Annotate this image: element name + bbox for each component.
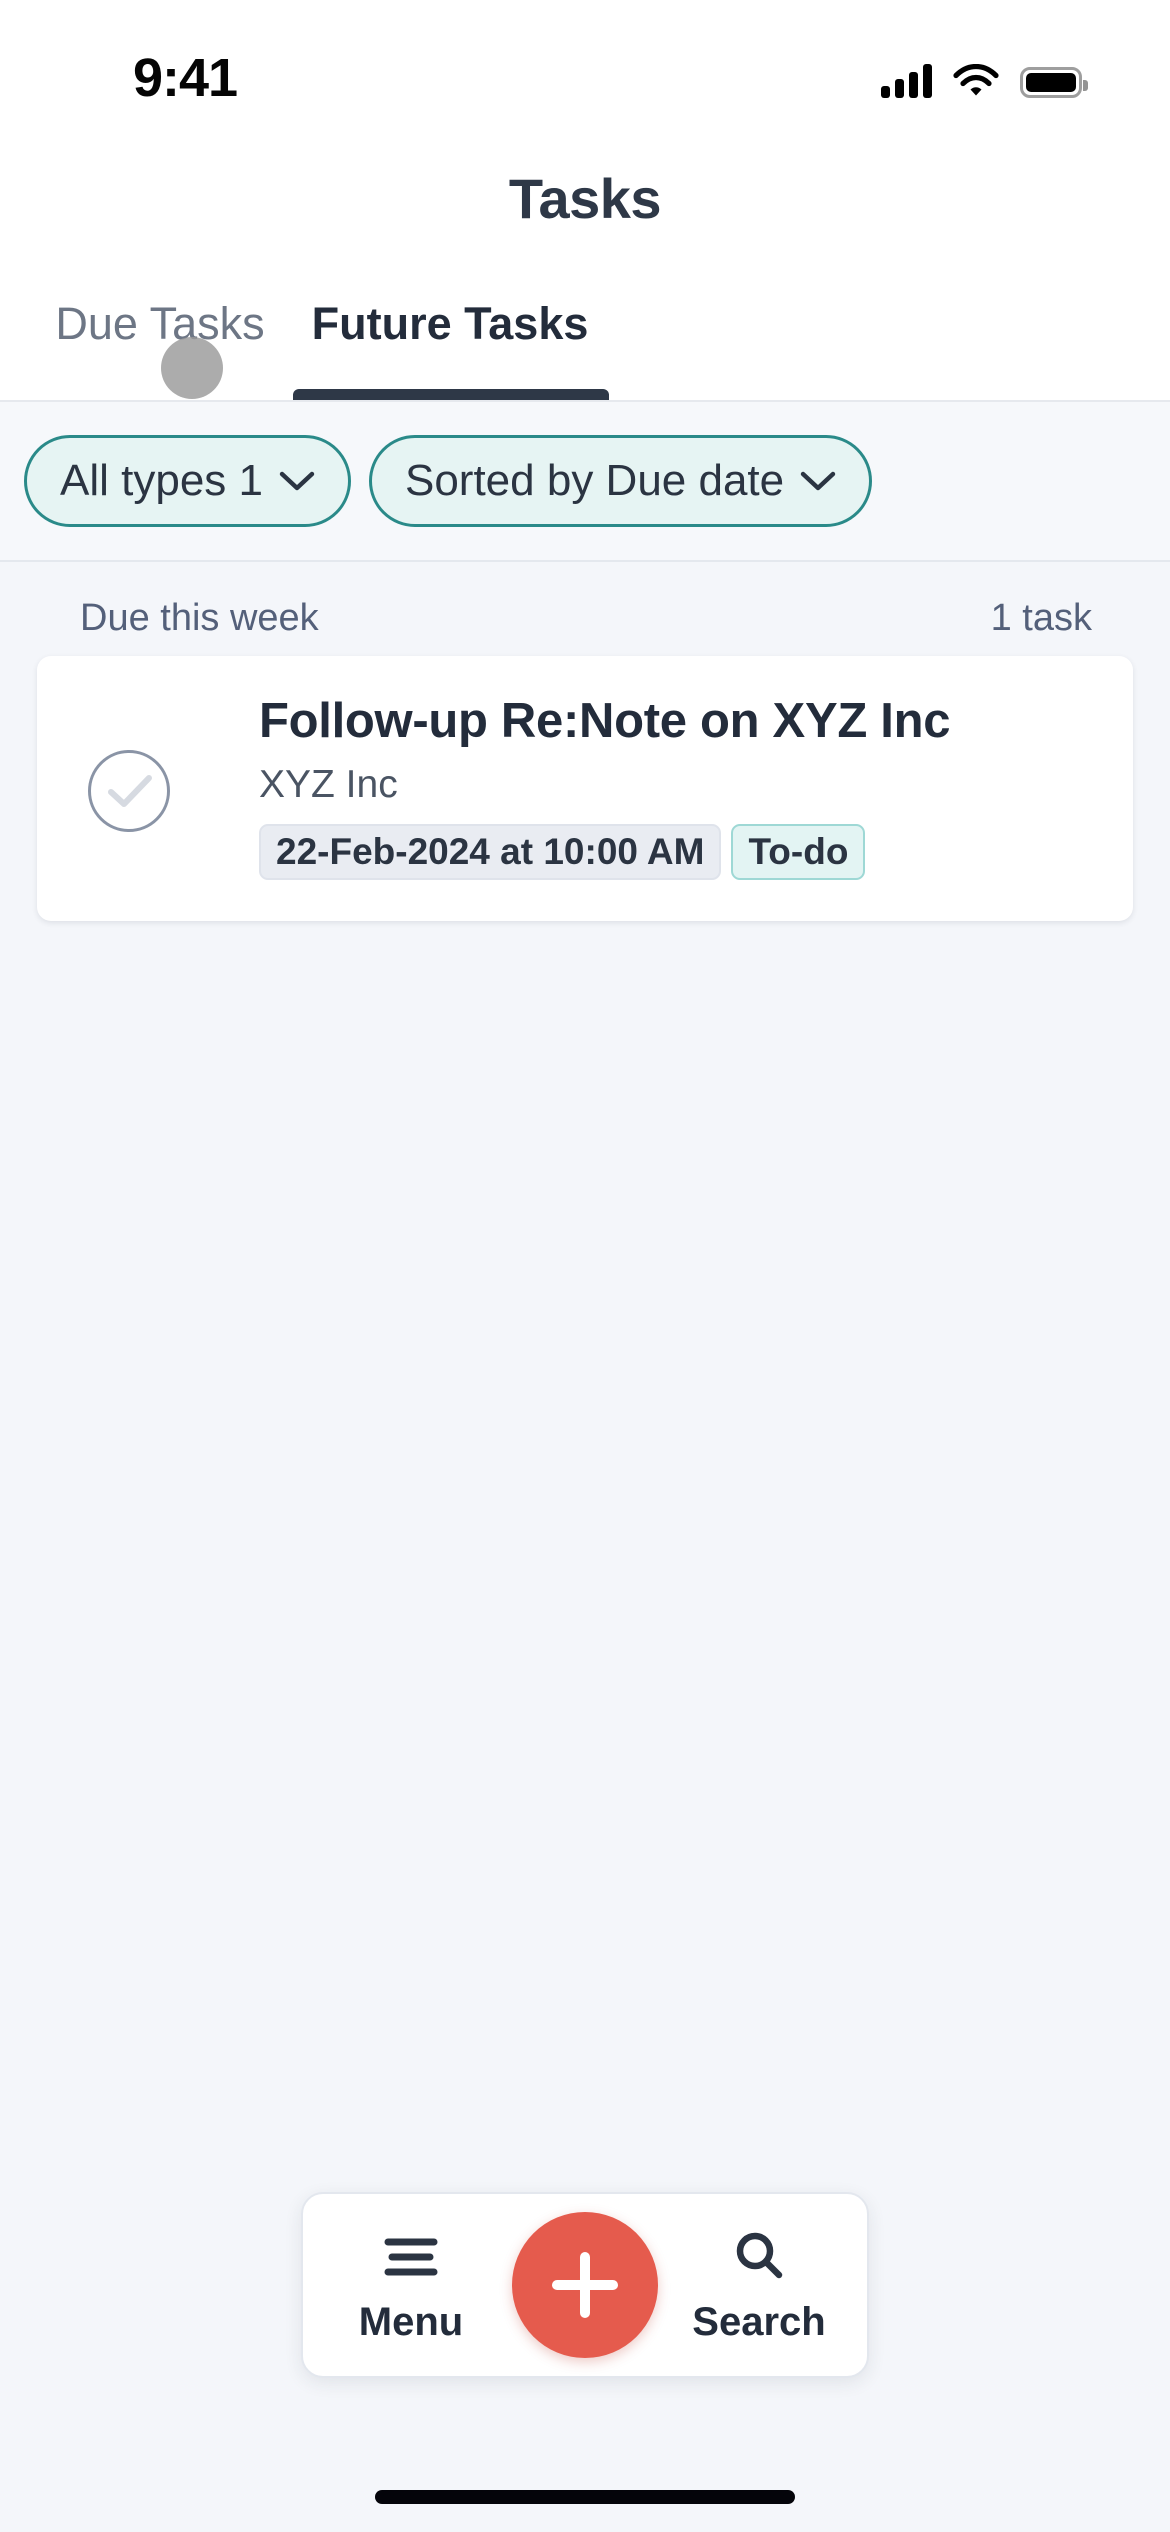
task-badges: 22-Feb-2024 at 10:00 AM To-do (259, 824, 1103, 880)
cellular-signal-icon (881, 64, 932, 98)
phone-screen: 9:41 Tasks Due Tasks Future Tasks All ty… (0, 0, 1170, 2532)
menu-button[interactable]: Menu (321, 2194, 501, 2380)
search-icon (728, 2229, 790, 2285)
task-title: Follow-up Re:Note on XYZ Inc (259, 694, 951, 748)
menu-button-label: Menu (358, 2300, 464, 2344)
filter-chip-all-types[interactable]: All types 1 (24, 435, 351, 527)
wifi-icon (953, 64, 999, 98)
section-task-count: 1 task (990, 597, 1092, 639)
tab-bar: Due Tasks Future Tasks (0, 265, 1170, 402)
hamburger-menu-icon (380, 2229, 442, 2285)
task-card-body: Follow-up Re:Note on XYZ Inc XYZ Inc 22-… (259, 692, 1103, 880)
task-due-date-badge: 22-Feb-2024 at 10:00 AM (259, 824, 722, 880)
filter-chip-sorted-by[interactable]: Sorted by Due date (368, 435, 873, 527)
filter-chip-all-types-label: All types 1 (60, 456, 263, 505)
tab-future-tasks-label: Future Tasks (311, 298, 589, 349)
add-task-fab[interactable] (512, 2212, 658, 2358)
battery-full-icon (1020, 67, 1088, 98)
search-button[interactable]: Search (669, 2194, 849, 2380)
tab-due-tasks-label: Due Tasks (55, 298, 265, 349)
section-header: Due this week 1 task (0, 580, 1170, 656)
filter-bar: All types 1 Sorted by Due date (0, 402, 1170, 562)
search-button-label: Search (692, 2300, 826, 2344)
chevron-down-icon (800, 470, 836, 492)
status-bar: 9:41 (0, 0, 1170, 145)
tab-future-tasks[interactable]: Future Tasks (290, 263, 610, 400)
task-status-badge: To-do (731, 824, 866, 880)
task-subtitle: XYZ Inc (259, 763, 398, 806)
home-indicator (375, 2490, 795, 2504)
plus-icon (546, 2246, 624, 2324)
bottom-navigation-bar: Menu Search (301, 2192, 869, 2378)
section-title: Due this week (80, 597, 319, 639)
task-card[interactable]: Follow-up Re:Note on XYZ Inc XYZ Inc 22-… (37, 656, 1133, 921)
status-bar-icons (881, 56, 1088, 98)
nav-header: Tasks (0, 145, 1170, 265)
chevron-down-icon (279, 470, 315, 492)
tab-due-tasks[interactable]: Due Tasks (30, 263, 290, 400)
filter-chip-sorted-by-label: Sorted by Due date (404, 456, 785, 505)
status-bar-clock: 9:41 (133, 48, 238, 108)
active-tab-indicator (293, 389, 609, 400)
task-complete-checkbox[interactable] (88, 750, 170, 832)
page-title: Tasks (508, 167, 662, 230)
